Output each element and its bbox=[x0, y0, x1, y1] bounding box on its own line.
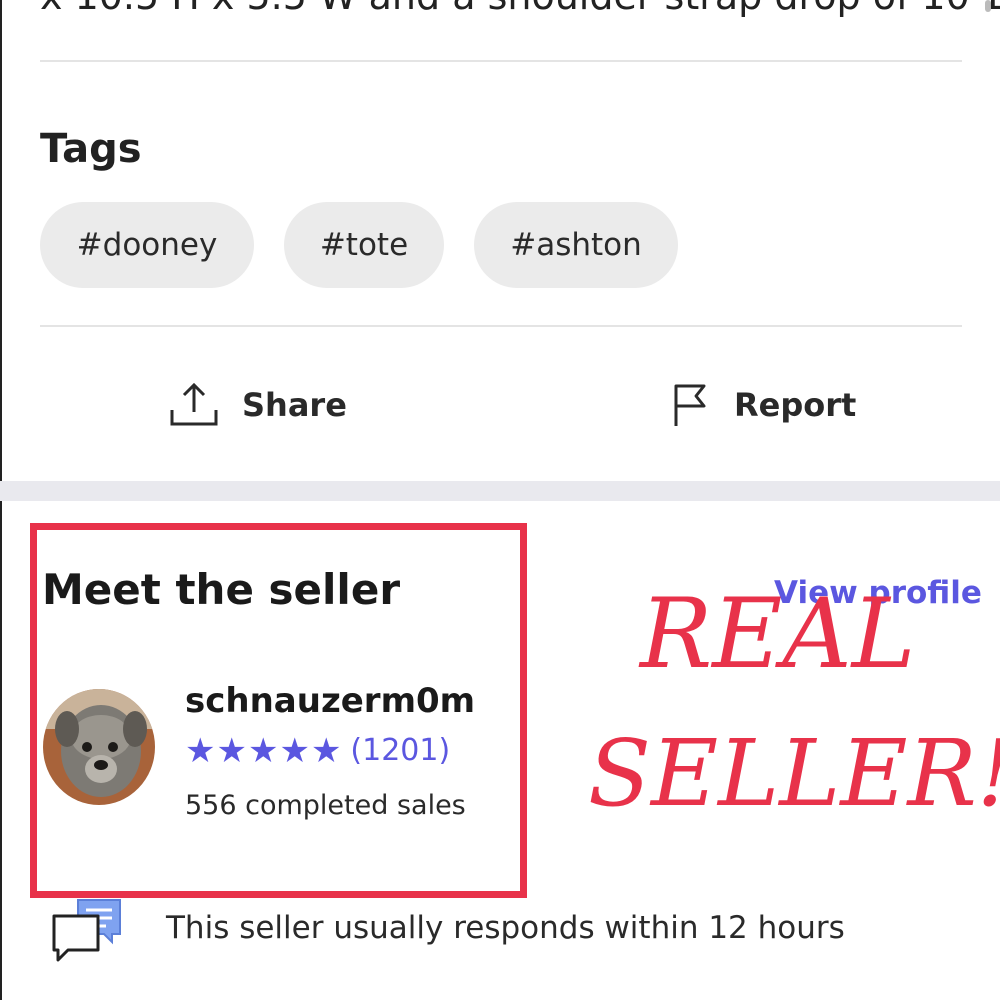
report-label: Report bbox=[734, 386, 857, 424]
divider bbox=[40, 60, 962, 62]
divider bbox=[40, 325, 962, 327]
flag-icon bbox=[674, 384, 706, 426]
section-separator bbox=[0, 481, 1000, 501]
share-button[interactable]: Share bbox=[168, 380, 347, 430]
share-upload-icon bbox=[170, 382, 218, 426]
annotation-seller: SELLER! bbox=[588, 720, 1000, 827]
annotation-real: REAL bbox=[640, 578, 916, 690]
chat-bubbles-icon bbox=[50, 896, 126, 972]
description-text: x 10.5 H x 5.5 W and a shoulder strap dr… bbox=[40, 0, 1000, 18]
share-label: Share bbox=[242, 386, 347, 424]
tag-tote[interactable]: #tote bbox=[284, 202, 444, 288]
annotation-box bbox=[30, 523, 527, 898]
report-button[interactable]: Report bbox=[670, 382, 856, 428]
tag-dooney[interactable]: #dooney bbox=[40, 202, 254, 288]
tags-heading: Tags bbox=[40, 126, 142, 172]
tag-ashton[interactable]: #ashton bbox=[474, 202, 678, 288]
response-time-note: This seller usually responds within 12 h… bbox=[166, 910, 845, 946]
